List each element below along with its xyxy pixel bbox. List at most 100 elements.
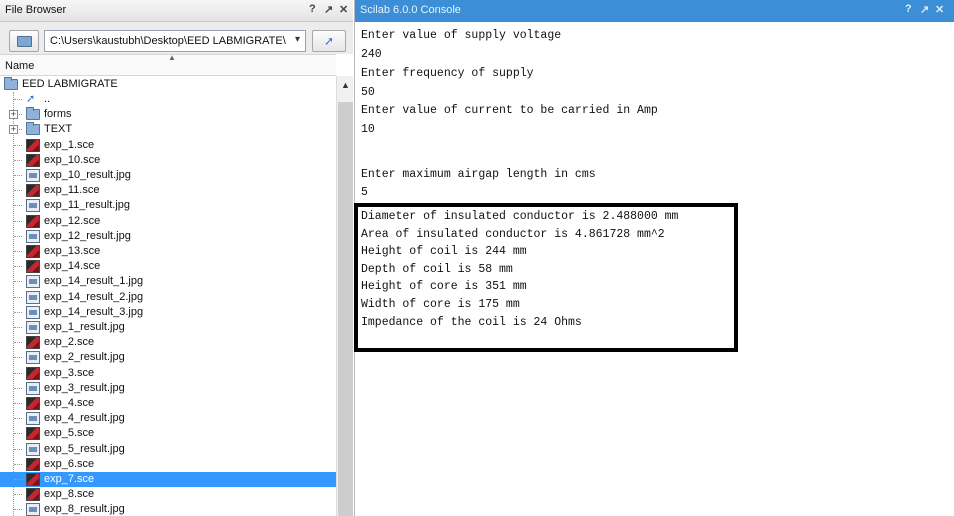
tree-item-label: exp_10.sce: [44, 153, 101, 166]
expand-icon[interactable]: +: [9, 125, 18, 135]
arrow-up-icon: ➚: [323, 34, 335, 48]
tree-item-label: forms: [44, 108, 72, 121]
sort-ascending-icon: ▲: [168, 53, 176, 62]
tree-item-label: exp_8_result.jpg: [44, 503, 125, 516]
select-folder-button[interactable]: [9, 30, 39, 52]
tree-file[interactable]: exp_14_result_1.jpg: [0, 274, 336, 289]
tree-file[interactable]: exp_6.sce: [0, 457, 336, 472]
undock-icon[interactable]: ↗: [920, 3, 929, 16]
tree-item-label: exp_13.sce: [44, 245, 101, 257]
expand-icon[interactable]: +: [9, 110, 18, 120]
scilab-file-icon: [26, 427, 40, 441]
tree-item-label: exp_10_result.jpg: [44, 169, 131, 181]
tree-item-label: exp_14_result_3.jpg: [44, 305, 144, 318]
tree-file[interactable]: exp_3.sce: [0, 366, 336, 381]
scilab-file-icon: [26, 473, 40, 486]
tree-root[interactable]: EED LABMIGRATE: [0, 77, 336, 92]
close-icon[interactable]: ✕: [935, 3, 944, 16]
tree-file[interactable]: exp_3_result.jpg: [0, 381, 336, 396]
scroll-up-icon[interactable]: ▲: [341, 80, 350, 90]
tree-file[interactable]: exp_4.sce: [0, 396, 336, 411]
tree-file[interactable]: exp_8_result.jpg: [0, 502, 336, 516]
tree-branch: [14, 448, 22, 450]
help-icon[interactable]: ?: [905, 3, 912, 15]
tree-branch: [14, 463, 22, 465]
name-column-header[interactable]: ▲ Name: [0, 53, 336, 76]
image-file-icon: [26, 381, 40, 395]
tree-branch: [14, 372, 22, 374]
help-icon[interactable]: ?: [309, 3, 316, 15]
tree-file[interactable]: exp_5.sce: [0, 426, 336, 441]
tree-file[interactable]: exp_12.sce: [0, 214, 336, 229]
close-icon[interactable]: ✕: [339, 3, 348, 16]
image-file-icon: [26, 412, 40, 426]
tree-item-label: exp_12_result.jpg: [44, 229, 131, 242]
tree-branch: [14, 311, 22, 313]
file-browser-scrollbar[interactable]: ▲: [336, 76, 353, 516]
tree-branch: [14, 144, 22, 146]
tree-item-label: exp_2.sce: [44, 336, 95, 349]
console-titlebar: Scilab 6.0.0 Console ? ↗ ✕: [355, 0, 954, 22]
tree-file[interactable]: exp_2_result.jpg: [0, 350, 336, 365]
tree-branch: [14, 190, 22, 192]
scilab-file-icon: [26, 366, 40, 380]
tree-file[interactable]: exp_14.sce: [0, 259, 336, 274]
scroll-thumb[interactable]: [338, 102, 353, 516]
tree-file[interactable]: exp_5_result.jpg: [0, 442, 336, 457]
tree-file[interactable]: exp_11.sce: [0, 183, 336, 198]
tree-branch: [14, 281, 22, 283]
tree-file[interactable]: ➚..: [0, 92, 336, 107]
tree-file[interactable]: exp_10.sce: [0, 153, 336, 168]
result-highlight-box: [354, 203, 738, 352]
file-browser-titlebar: File Browser ? ↗ ✕: [0, 0, 353, 22]
tree-branch: [14, 433, 22, 435]
tree-item-label: exp_14_result_1.jpg: [44, 275, 144, 288]
tree-branch: [14, 175, 22, 176]
tree-branch: [14, 418, 22, 420]
tree-file[interactable]: exp_1_result.jpg: [0, 320, 336, 335]
tree-file[interactable]: exp_7.sce: [0, 472, 336, 487]
tree-file[interactable]: exp_14_result_2.jpg: [0, 290, 336, 305]
tree-file[interactable]: exp_8.sce: [0, 487, 336, 502]
tree-file[interactable]: exp_10_result.jpg: [0, 168, 336, 183]
console-line: Enter frequency of supply: [361, 67, 534, 80]
folder-icon: [17, 36, 32, 47]
tree-branch: [14, 403, 22, 404]
tree-item-label: exp_3_result.jpg: [44, 381, 125, 394]
console-line: 10: [361, 122, 375, 136]
path-combobox[interactable]: C:\Users\kaustubh\Desktop\EED LABMIGRATE…: [44, 30, 306, 52]
go-button[interactable]: ➚: [312, 30, 346, 52]
image-file-icon: [26, 442, 40, 456]
folder-icon: [26, 107, 40, 121]
tree-file[interactable]: exp_13.sce: [0, 244, 336, 259]
image-file-icon: [26, 321, 40, 334]
console-line: Enter maximum airgap length in cms: [361, 167, 596, 181]
tree-file[interactable]: exp_12_result.jpg: [0, 229, 336, 244]
tree-file[interactable]: exp_2.sce: [0, 335, 336, 350]
tree-file[interactable]: exp_11_result.jpg: [0, 198, 336, 213]
tree-branch: [14, 235, 22, 237]
console-line: Enter value of current to be carried in …: [361, 104, 658, 117]
console-line: 240: [361, 48, 382, 61]
scilab-file-icon: [26, 260, 40, 274]
tree-item-label: exp_2_result.jpg: [44, 351, 125, 364]
tree-file[interactable]: exp_4_result.jpg: [0, 411, 336, 426]
file-browser-toolbar: C:\Users\kaustubh\Desktop\EED LABMIGRATE…: [0, 22, 353, 54]
tree-item-label: exp_3.sce: [44, 366, 95, 379]
scilab-file-icon: [26, 184, 40, 198]
scilab-file-icon: [26, 153, 40, 167]
console-line: Enter value of supply voltage: [361, 29, 562, 42]
image-file-icon: [26, 275, 40, 289]
tree-root-label: EED LABMIGRATE: [22, 78, 118, 90]
chevron-down-icon[interactable]: ▾: [295, 34, 300, 45]
tree-branch: [14, 205, 22, 207]
tree-item-label: exp_1.sce: [44, 138, 95, 151]
image-file-icon: [26, 305, 40, 319]
tree-folder[interactable]: + TEXT: [0, 122, 336, 137]
tree-item-label: exp_4_result.jpg: [44, 412, 125, 425]
tree-file[interactable]: exp_14_result_3.jpg: [0, 305, 336, 320]
tree-folder[interactable]: + forms: [0, 107, 336, 122]
tree-item-label: exp_11_result.jpg: [44, 199, 131, 212]
undock-icon[interactable]: ↗: [324, 3, 333, 16]
tree-file[interactable]: exp_1.sce: [0, 138, 336, 153]
